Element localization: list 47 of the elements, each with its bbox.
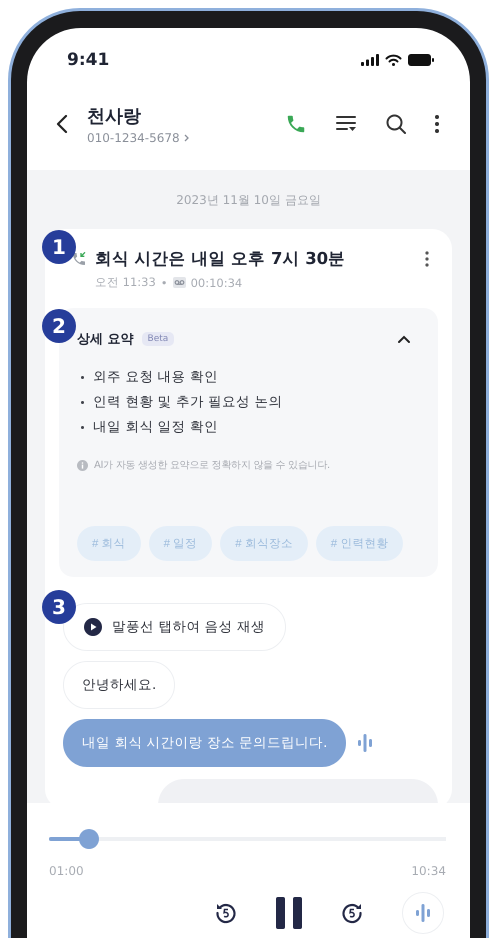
- date-divider: 2023년 11월 10일 금요일: [175, 192, 322, 209]
- chat-bubble[interactable]: 내일 회식 시간이랑 장소 문의드립니다.: [63, 719, 346, 767]
- chevron-right-icon: [184, 134, 189, 142]
- call-title: 회식 시간은 내일 오후 7시 30분: [95, 248, 346, 270]
- back-chevron-icon: [56, 114, 68, 134]
- more-vertical-icon: [425, 251, 429, 267]
- hint-text: 말풍선 탭하여 음성 재생: [112, 618, 265, 636]
- bullet-dot: [81, 400, 84, 404]
- summary-title: 상세 요약: [77, 331, 134, 348]
- elapsed-time: 01:00: [49, 864, 84, 878]
- chevron-icon: [397, 334, 411, 344]
- bullet-dot: [81, 376, 84, 378]
- rewind-5-button[interactable]: [214, 901, 238, 925]
- battery-icon: [408, 54, 434, 66]
- info-icon: [77, 460, 88, 470]
- waveform-button[interactable]: [402, 892, 444, 934]
- call-duration: 00:10:34: [190, 276, 242, 290]
- progress-thumb[interactable]: [78, 829, 99, 849]
- signal-icon: [361, 54, 379, 66]
- hashtag-chip[interactable]: # 회식: [77, 526, 141, 561]
- beta-badge: Beta: [142, 332, 174, 346]
- summary-point: 인력 현황 및 추가 필요성 논의: [93, 393, 282, 411]
- play-icon: [84, 618, 102, 636]
- chat-bubble[interactable]: 안녕하세요.: [63, 661, 176, 709]
- call-time: 오전 11:33: [95, 275, 156, 290]
- phone-number[interactable]: 010-1234-5678: [87, 130, 180, 144]
- hashtag-chip[interactable]: # 일정: [148, 526, 212, 561]
- more-vertical-icon: [435, 114, 439, 134]
- summary-point: 내일 회식 일정 확인: [93, 418, 218, 436]
- recording-icon: [172, 277, 186, 288]
- status-time: 9:41: [67, 50, 110, 70]
- total-time: 10:34: [411, 864, 446, 878]
- ai-notice: AI가 자동 생성한 요약으로 정확하지 않을 수 있습니다.: [94, 459, 330, 472]
- phone-icon: [285, 113, 307, 135]
- bullet-dot: [81, 426, 84, 428]
- separator-dot: •: [160, 276, 168, 290]
- hashtag-chip[interactable]: # 인력현황: [316, 526, 404, 561]
- forward-5-button[interactable]: [340, 901, 364, 925]
- incoming-call-icon: [71, 251, 87, 267]
- hashtag-chip[interactable]: # 회식장소: [220, 526, 308, 561]
- pause-button[interactable]: [276, 897, 302, 929]
- wifi-icon: [385, 54, 402, 66]
- summary-point: 외주 요청 내용 확인: [93, 368, 218, 386]
- waveform-icon: [358, 734, 372, 752]
- waveform-icon: [416, 904, 430, 922]
- search-icon: [385, 113, 407, 135]
- contact-name: 천사랑: [87, 104, 142, 128]
